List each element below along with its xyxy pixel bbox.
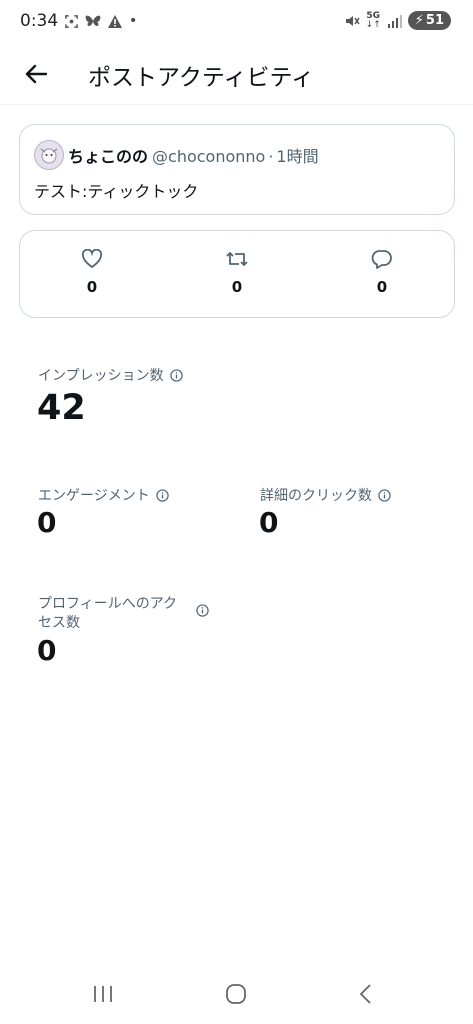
engagements-label: エンゲージメント	[38, 488, 150, 504]
engagement-card: 0 0 0	[19, 230, 455, 318]
battery-level: 51	[425, 13, 444, 28]
avatar-image	[35, 141, 63, 169]
charging-icon: ⚡	[414, 13, 424, 28]
battery-indicator: ⚡ 51	[407, 11, 451, 30]
screenshot-icon	[65, 14, 78, 28]
likes-count: 0	[86, 278, 98, 296]
likes-metric[interactable]: 0	[72, 249, 112, 296]
app-bar: ポストアクティビティ	[0, 46, 473, 105]
profile-visits-label: プロフィールへのアクセス数	[38, 596, 178, 631]
data-arrows-icon: ↓↑	[365, 19, 381, 30]
post-header: ちょこのの @chocononno · 1時間	[68, 143, 319, 167]
notification-icons: •	[64, 13, 137, 29]
separator-dot: ·	[268, 147, 274, 166]
status-time: 0:34	[20, 11, 59, 31]
mute-icon	[345, 15, 360, 26]
engagements-label-row: エンゲージメント	[38, 485, 169, 505]
post-card[interactable]: ちょこのの @chocononno · 1時間 テスト:ティックトック	[19, 124, 455, 215]
reposts-count: 0	[231, 278, 243, 296]
warning-icon	[108, 14, 122, 28]
post-time: 1時間	[276, 147, 319, 166]
page-title: ポストアクティビティ	[88, 65, 315, 91]
profile-visits-value: 0	[37, 634, 57, 667]
impressions-label: インプレッション数	[38, 368, 164, 384]
info-icon[interactable]	[156, 488, 169, 502]
detail-clicks-value: 0	[259, 506, 279, 539]
status-bar: 0:34 • 5G ↓↑ ⚡ 51	[0, 0, 473, 44]
network-indicator: 5G ↓↑	[365, 11, 381, 30]
system-nav-bar	[0, 968, 473, 1024]
reposts-metric[interactable]: 0	[217, 249, 257, 296]
post-author-name[interactable]: ちょこのの	[68, 147, 148, 166]
info-icon[interactable]	[169, 368, 183, 382]
home-icon[interactable]	[225, 983, 247, 1005]
status-right: 5G ↓↑ ⚡ 51	[344, 11, 451, 30]
info-icon[interactable]	[378, 488, 391, 502]
profile-visits-label-row: プロフィールへのアクセス数	[38, 595, 213, 633]
butterfly-icon	[85, 15, 101, 26]
info-icon[interactable]	[196, 604, 209, 617]
nav-back-icon[interactable]	[358, 983, 374, 1005]
repost-icon	[226, 252, 248, 266]
engagements-value: 0	[37, 506, 57, 539]
replies-metric[interactable]: 0	[362, 249, 402, 296]
signal-icon	[387, 14, 402, 28]
back-arrow-icon	[25, 64, 47, 84]
more-notifications-icon: •	[129, 13, 138, 29]
impressions-label-row: インプレッション数	[38, 365, 183, 385]
detail-clicks-label-row: 詳細のクリック数	[260, 485, 391, 505]
impressions-value: 42	[37, 388, 86, 428]
avatar[interactable]	[34, 140, 64, 170]
heart-icon	[81, 249, 103, 269]
back-button[interactable]	[22, 60, 50, 88]
post-author-handle: @chocononno	[152, 147, 266, 166]
replies-count: 0	[376, 278, 388, 296]
post-text: テスト:ティックトック	[34, 182, 199, 201]
reply-icon	[371, 250, 392, 269]
detail-clicks-label: 詳細のクリック数	[260, 488, 372, 504]
recent-apps-icon[interactable]	[92, 984, 114, 1004]
